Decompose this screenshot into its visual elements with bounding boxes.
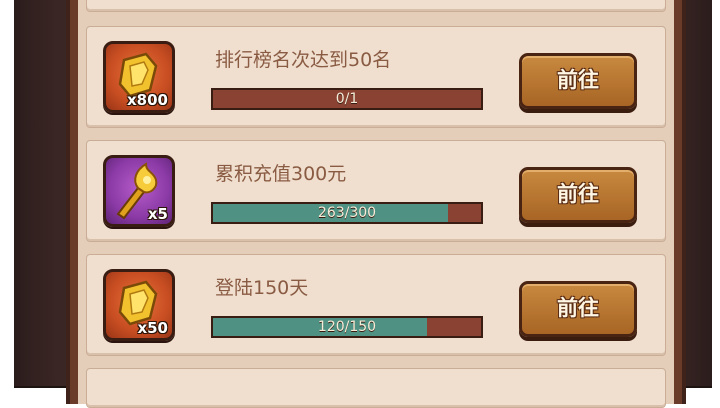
task-row-partial-bottom bbox=[86, 368, 666, 408]
task-row: x50 登陆150天 120/150 前往 bbox=[86, 254, 666, 356]
reward-quantity: x5 bbox=[147, 205, 168, 223]
progress-text: 120/150 bbox=[317, 319, 377, 335]
task-row: x5 累积充值300元 263/300 前往 bbox=[86, 140, 666, 242]
reward-icon[interactable]: x5 bbox=[103, 155, 175, 227]
task-row-partial-top bbox=[86, 0, 666, 12]
progress-text: 263/300 bbox=[317, 205, 377, 221]
task-title: 排行榜名次达到50名 bbox=[215, 49, 392, 71]
reward-icon[interactable]: x800 bbox=[103, 41, 175, 113]
reward-quantity: x800 bbox=[127, 91, 168, 109]
go-button[interactable]: 前往 bbox=[519, 53, 637, 109]
task-row: x800 排行榜名次达到50名 0/1 前往 bbox=[86, 26, 666, 128]
go-button[interactable]: 前往 bbox=[519, 167, 637, 223]
task-title: 登陆150天 bbox=[215, 277, 309, 299]
progress-bar: 263/300 bbox=[211, 202, 483, 224]
go-button[interactable]: 前往 bbox=[519, 281, 637, 337]
progress-bar: 120/150 bbox=[211, 316, 483, 338]
reward-quantity: x50 bbox=[137, 319, 168, 337]
progress-text: 0/1 bbox=[335, 91, 359, 107]
progress-bar: 0/1 bbox=[211, 88, 483, 110]
task-title: 累积充值300元 bbox=[215, 163, 347, 185]
reward-icon[interactable]: x50 bbox=[103, 269, 175, 341]
